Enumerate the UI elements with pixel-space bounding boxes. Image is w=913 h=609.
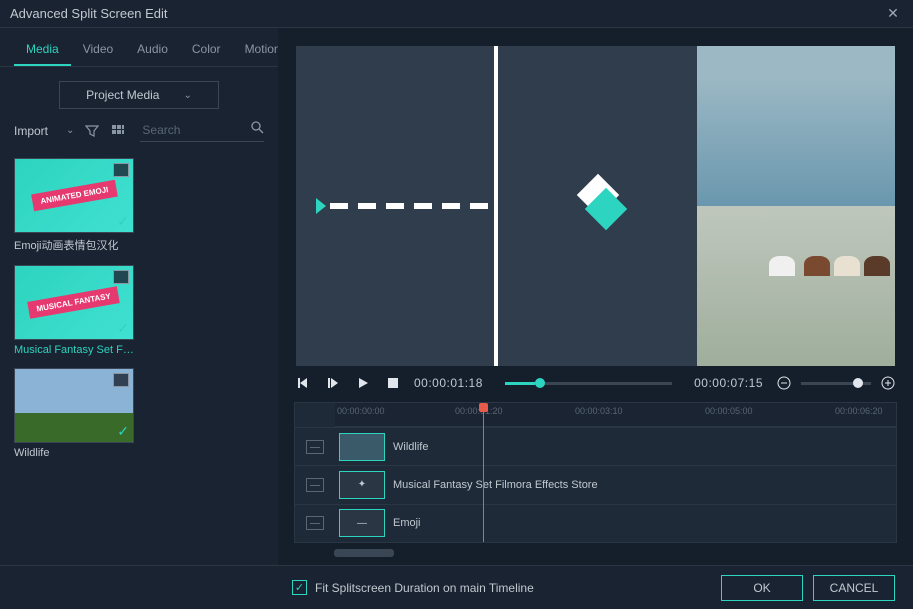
track-1[interactable]: Wildlife bbox=[335, 427, 896, 465]
thumb-badge-icon bbox=[113, 373, 129, 387]
track-header-3[interactable] bbox=[295, 504, 335, 542]
current-timecode: 00:00:01:18 bbox=[414, 376, 483, 390]
play-triangle-icon bbox=[316, 198, 326, 214]
media-item-wildlife[interactable]: ✓ Wildlife bbox=[14, 368, 134, 459]
search-input[interactable] bbox=[140, 119, 264, 142]
track-icon bbox=[306, 516, 324, 530]
star-icon: ✦ bbox=[358, 479, 366, 490]
media-thumbnail: MUSICAL FANTASY ✓ bbox=[14, 265, 134, 340]
preview-pane-right[interactable] bbox=[697, 46, 895, 366]
media-label: Emoji动画表情包汉化 bbox=[14, 237, 134, 253]
zoom-in-button[interactable] bbox=[879, 374, 897, 392]
clip-label: Musical Fantasy Set Filmora Effects Stor… bbox=[393, 479, 598, 491]
main-area: Media Video Audio Color Motion Project M… bbox=[0, 28, 913, 565]
ruler-tick: 00:00:03:10 bbox=[575, 406, 623, 416]
chevron-down-icon: ⌄ bbox=[183, 90, 191, 101]
import-label: Import bbox=[14, 124, 48, 138]
transport-bar: 00:00:01:18 00:00:07:15 bbox=[278, 374, 913, 398]
chevron-down-icon: ⌄ bbox=[66, 125, 74, 136]
media-item-musical-fantasy[interactable]: MUSICAL FANTASY ✓ Musical Fantasy Set Fi… bbox=[14, 265, 134, 356]
clip-label: Emoji bbox=[393, 517, 421, 529]
search-icon[interactable] bbox=[251, 121, 264, 137]
fit-duration-checkbox-row[interactable]: ✓ Fit Splitscreen Duration on main Timel… bbox=[292, 580, 534, 595]
check-icon: ✓ bbox=[117, 423, 129, 440]
search-box bbox=[140, 119, 264, 142]
tab-media[interactable]: Media bbox=[14, 36, 71, 66]
media-label: Wildlife bbox=[14, 447, 134, 459]
tab-video[interactable]: Video bbox=[71, 36, 125, 66]
playhead[interactable] bbox=[483, 403, 484, 542]
media-item-emoji[interactable]: ANIMATED EMOJI ✓ Emoji动画表情包汉化 bbox=[14, 158, 134, 253]
insert-marker bbox=[316, 198, 488, 214]
scrollbar-thumb[interactable] bbox=[334, 549, 394, 557]
check-icon: ✓ bbox=[117, 320, 129, 337]
thumbnail-ribbon: MUSICAL FANTASY bbox=[28, 286, 121, 319]
preview-and-timeline: 00:00:01:18 00:00:07:15 00:00:00:00 bbox=[278, 28, 913, 565]
clip-thumbnail[interactable]: ✦ bbox=[339, 471, 385, 499]
dropdown-label: Project Media bbox=[86, 88, 159, 102]
timeline-scrollbar[interactable] bbox=[334, 549, 897, 563]
clip-label: Wildlife bbox=[393, 441, 428, 453]
time-ruler[interactable]: 00:00:00:00 00:00:01:20 00:00:03:10 00:0… bbox=[335, 403, 896, 427]
grid-view-icon[interactable] bbox=[110, 123, 126, 139]
timeline: 00:00:00:00 00:00:01:20 00:00:03:10 00:0… bbox=[294, 402, 897, 543]
filter-icon[interactable] bbox=[84, 123, 100, 139]
ruler-tick: 00:00:06:20 bbox=[835, 406, 883, 416]
track-header-1[interactable] bbox=[295, 427, 335, 465]
track-3[interactable]: — Emoji bbox=[335, 504, 896, 542]
ruler-tick: 00:00:00:00 bbox=[337, 406, 385, 416]
preview-pane-middle[interactable] bbox=[498, 46, 696, 366]
checkbox-checked-icon[interactable]: ✓ bbox=[292, 580, 307, 595]
track-header-2[interactable] bbox=[295, 465, 335, 503]
zoom-slider[interactable] bbox=[801, 382, 871, 385]
tab-audio[interactable]: Audio bbox=[125, 36, 180, 66]
thumb-badge-icon bbox=[113, 270, 129, 284]
clip-thumbnail[interactable] bbox=[339, 433, 385, 461]
cancel-button[interactable]: CANCEL bbox=[813, 575, 895, 601]
check-icon: ✓ bbox=[117, 213, 129, 230]
timeline-body[interactable]: 00:00:00:00 00:00:01:20 00:00:03:10 00:0… bbox=[335, 403, 896, 542]
close-icon[interactable]: ✕ bbox=[883, 5, 903, 22]
window-title: Advanced Split Screen Edit bbox=[10, 6, 883, 21]
media-label: Musical Fantasy Set Film... bbox=[14, 344, 134, 356]
sidebar: Media Video Audio Color Motion Project M… bbox=[0, 28, 278, 565]
project-media-dropdown[interactable]: Project Media ⌄ bbox=[59, 81, 219, 109]
zoom-out-button[interactable] bbox=[775, 374, 793, 392]
total-timecode: 00:00:07:15 bbox=[694, 376, 763, 390]
track-icon bbox=[306, 440, 324, 454]
track-icon bbox=[306, 478, 324, 492]
track-2[interactable]: ✦ Musical Fantasy Set Filmora Effects St… bbox=[335, 465, 896, 503]
checkbox-label: Fit Splitscreen Duration on main Timelin… bbox=[315, 581, 534, 595]
ruler-tick: 00:00:05:00 bbox=[705, 406, 753, 416]
thumbnail-ribbon: ANIMATED EMOJI bbox=[31, 180, 117, 211]
media-thumbnail: ✓ bbox=[14, 368, 134, 443]
media-thumbnail: ANIMATED EMOJI ✓ bbox=[14, 158, 134, 233]
import-button[interactable]: Import ⌄ bbox=[14, 124, 74, 138]
preview-splitscreen[interactable] bbox=[296, 46, 895, 366]
prev-frame-button[interactable] bbox=[294, 374, 312, 392]
media-toolbar: Import ⌄ bbox=[0, 119, 278, 152]
stop-button[interactable] bbox=[384, 374, 402, 392]
play-button[interactable] bbox=[354, 374, 372, 392]
media-grid: ANIMATED EMOJI ✓ Emoji动画表情包汉化 MUSICAL FA… bbox=[0, 152, 278, 565]
thumb-badge-icon bbox=[113, 163, 129, 177]
tab-color[interactable]: Color bbox=[180, 36, 233, 66]
footer: ✓ Fit Splitscreen Duration on main Timel… bbox=[0, 565, 913, 609]
tab-strip: Media Video Audio Color Motion bbox=[0, 28, 278, 67]
ok-button[interactable]: OK bbox=[721, 575, 803, 601]
preview-pane-left[interactable] bbox=[296, 46, 498, 366]
next-frame-button[interactable] bbox=[324, 374, 342, 392]
progress-slider[interactable] bbox=[505, 382, 672, 385]
logo-diamond-icon bbox=[577, 186, 617, 226]
titlebar: Advanced Split Screen Edit ✕ bbox=[0, 0, 913, 28]
timeline-gutter bbox=[295, 403, 335, 542]
clip-thumbnail[interactable]: — bbox=[339, 509, 385, 537]
